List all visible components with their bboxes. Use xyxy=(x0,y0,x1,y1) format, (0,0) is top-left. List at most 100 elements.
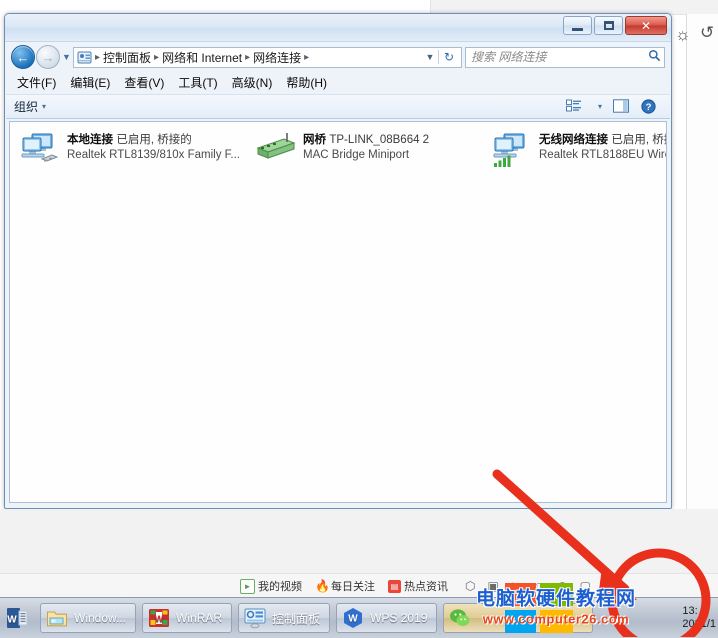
address-bar[interactable]: ▸ 控制面板 ▸ 网络和 Internet ▸ 网络连接 ▸ ▼ ↻ xyxy=(73,46,462,68)
recent-pages-dropdown[interactable]: ▼ xyxy=(60,52,73,62)
menu-tools[interactable]: 工具(T) xyxy=(178,74,217,91)
image-icon[interactable]: ▣ xyxy=(487,579,498,593)
tray-shortcut-label: 我的视频 xyxy=(258,581,302,593)
breadcrumb-separator: ▸ xyxy=(245,51,251,63)
clock-time: 13: xyxy=(682,605,698,617)
connection-device: Realtek RTL8188EU Wireless L... xyxy=(539,149,666,161)
close-button[interactable]: ✕ xyxy=(625,16,667,35)
taskbar-item-label: 控制面板 xyxy=(272,611,321,626)
svg-text:W: W xyxy=(7,615,17,626)
connection-device: Realtek RTL8139/810x Family F... xyxy=(67,149,241,161)
desktop-area xyxy=(0,509,718,578)
breadcrumb-control-panel[interactable]: 控制面板 xyxy=(101,49,153,66)
flame-icon: 🔥 xyxy=(315,578,330,593)
back-button[interactable]: ← xyxy=(11,45,35,69)
svg-text:?: ? xyxy=(646,102,652,113)
breadcrumb-network-connections[interactable]: 网络连接 xyxy=(251,49,303,66)
menu-help[interactable]: 帮助(H) xyxy=(286,74,327,91)
connection-name: 无线网络连接 xyxy=(539,134,608,146)
taskbar-item-label: WinRAR xyxy=(176,611,223,625)
search-icon xyxy=(644,49,664,65)
menu-file[interactable]: 文件(F) xyxy=(17,74,56,91)
refresh-button[interactable]: ↻ xyxy=(438,50,459,64)
network-connections-window: ✕ ← → ▼ ▸ 控制面板 ▸ 网络和 Internet ▸ 网络连接 ▸ ▼… xyxy=(4,13,672,509)
connection-text-local-area: 本地连接 已启用, 桥接的 Realtek RTL8139/810x Famil… xyxy=(67,132,248,162)
breadcrumb-separator: ▸ xyxy=(95,51,101,63)
connection-text-wireless: 无线网络连接 已启用, 桥接的 Realtek RTL8188EU Wirele… xyxy=(539,132,666,162)
word-icon: W xyxy=(6,607,28,629)
maximize-button[interactable] xyxy=(594,16,623,35)
lan-adapter-icon xyxy=(20,132,60,168)
search-box[interactable] xyxy=(465,46,665,68)
breadcrumb-separator: ▸ xyxy=(304,51,310,63)
taskbar-item-control-panel[interactable]: 控制面板 xyxy=(238,603,331,633)
connection-name: 本地连接 xyxy=(67,134,113,146)
help-icon[interactable]: ? xyxy=(641,99,658,114)
menu-edit[interactable]: 编辑(E) xyxy=(70,74,110,91)
background-right-panel xyxy=(686,14,718,574)
breadcrumb-network-internet[interactable]: 网络和 Internet xyxy=(160,49,244,66)
wps-icon: W xyxy=(342,607,364,629)
tray-shortcuts-row: ► 我的视频 🔥 每日关注 ▤ 热点资讯 ⬡ ▣ ➤ ☺ ◎ ▢ ◔ ⌕ xyxy=(0,573,718,598)
clock-date: 2021/1 xyxy=(682,618,716,630)
refresh-glyph-icon: ↺ xyxy=(700,23,715,42)
connection-status: 已启用, 桥接的 xyxy=(116,134,192,146)
taskbar-item-label: WPS 2019 xyxy=(370,611,428,625)
connections-list-pane[interactable]: 本地连接 已启用, 桥接的 Realtek RTL8139/810x Famil… xyxy=(9,121,667,503)
command-bar: 组织 ▾ ▾ ? xyxy=(6,94,670,119)
minimize-button[interactable] xyxy=(563,16,592,35)
connection-text-bridge: 网桥 TP-LINK_08B664 2 MAC Bridge Miniport xyxy=(303,132,484,162)
taskbar-item-word[interactable]: W xyxy=(0,603,34,633)
menu-advanced[interactable]: 高级(N) xyxy=(232,74,273,91)
chevron-down-icon[interactable]: ▾ xyxy=(42,102,46,111)
window-titlebar[interactable]: ✕ xyxy=(5,14,671,42)
network-bridge-icon xyxy=(256,132,296,168)
wireless-adapter-icon xyxy=(492,132,532,168)
tray-shortcut-my-video[interactable]: ► 我的视频 xyxy=(240,578,302,594)
svg-text:W: W xyxy=(155,614,164,624)
sun-glyph-icon: ☼ xyxy=(675,25,691,44)
tray-shortcut-label: 热点资讯 xyxy=(404,581,448,593)
connection-status: TP-LINK_08B664 2 xyxy=(329,134,430,146)
window-icon[interactable]: ▢ xyxy=(580,579,591,593)
control-panel-icon xyxy=(244,607,266,629)
windows-logo-overlay xyxy=(505,583,573,633)
view-layout-icon[interactable] xyxy=(565,99,583,114)
volume-icon[interactable]: ◔ xyxy=(603,579,610,593)
taskbar: W Window... W WinRAR 控制面板 W WPS 2019 13:… xyxy=(0,597,718,638)
tray-shortcut-hot-news[interactable]: ▤ 热点资讯 xyxy=(388,578,448,594)
menu-view[interactable]: 查看(V) xyxy=(124,74,164,91)
connections-items: 本地连接 已启用, 桥接的 Realtek RTL8139/810x Famil… xyxy=(10,122,666,178)
taskbar-clock[interactable]: 13: 2021/1 xyxy=(682,605,718,631)
wechat-icon xyxy=(449,607,471,629)
preview-pane-icon[interactable] xyxy=(613,99,630,114)
command-bar-right: ▾ ? xyxy=(565,99,662,114)
connection-status: 已启用, 桥接的 xyxy=(611,134,666,146)
taskbar-item-wps[interactable]: W WPS 2019 xyxy=(336,603,438,633)
connection-item-bridge[interactable]: 网桥 TP-LINK_08B664 2 MAC Bridge Miniport xyxy=(252,130,488,170)
taskbar-item-label: Window... xyxy=(74,611,127,625)
connection-item-wireless[interactable]: 无线网络连接 已启用, 桥接的 Realtek RTL8188EU Wirele… xyxy=(488,130,666,170)
search-tray-icon[interactable]: ⌕ xyxy=(622,579,629,594)
svg-text:W: W xyxy=(348,614,358,625)
connection-name: 网桥 xyxy=(303,134,326,146)
connection-device: MAC Bridge Miniport xyxy=(303,149,410,161)
organize-button[interactable]: 组织 xyxy=(14,98,38,115)
control-panel-icon xyxy=(77,50,92,65)
search-input[interactable] xyxy=(466,49,644,65)
address-bar-row: ← → ▼ ▸ 控制面板 ▸ 网络和 Internet ▸ 网络连接 ▸ ▼ ↻… xyxy=(11,43,665,71)
taskbar-item-winrar[interactable]: W WinRAR xyxy=(142,603,233,633)
forward-button[interactable]: → xyxy=(36,45,60,69)
window-controls: ✕ xyxy=(563,16,667,35)
news-icon: ▤ xyxy=(388,579,401,593)
shield-icon[interactable]: ⬡ xyxy=(465,579,475,593)
connection-item-local-area[interactable]: 本地连接 已启用, 桥接的 Realtek RTL8139/810x Famil… xyxy=(16,130,252,170)
taskbar-item-windows-explorer[interactable]: Window... xyxy=(40,603,137,633)
breadcrumb-separator: ▸ xyxy=(154,51,160,63)
view-dropdown-icon[interactable]: ▾ xyxy=(598,102,602,111)
folder-icon xyxy=(46,607,68,629)
video-icon: ► xyxy=(240,578,255,594)
address-history-dropdown[interactable]: ▼ xyxy=(422,52,438,62)
tray-shortcut-label: 每日关注 xyxy=(331,581,375,593)
tray-shortcut-daily-focus[interactable]: 🔥 每日关注 xyxy=(315,578,375,594)
